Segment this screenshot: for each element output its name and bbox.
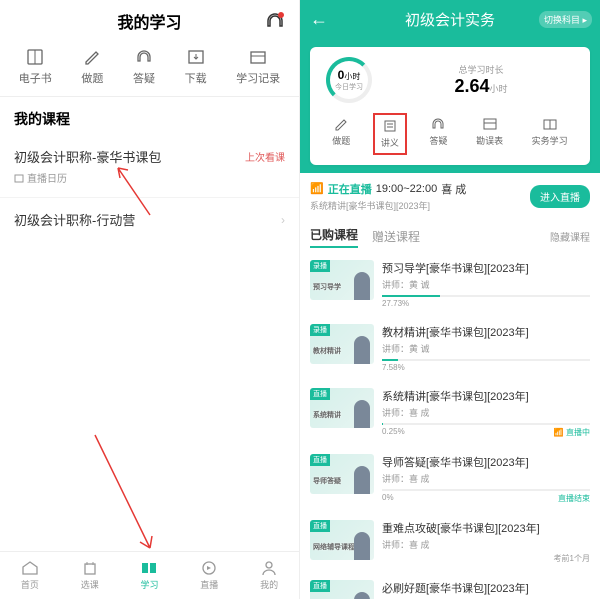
course-item-2[interactable]: 初级会计职称-行动营 › (0, 197, 299, 241)
nav-me[interactable]: 我的 (239, 552, 299, 599)
live-subtitle: 系统精讲[豪华书课包][2023年] (310, 199, 524, 212)
course-list-item[interactable]: 直播 必刷好题[豪华书课包][2023年] (300, 572, 600, 599)
tab-record[interactable]: 学习记录 (236, 48, 280, 86)
course-2-title: 初级会计职称-行动营 (14, 210, 135, 229)
course-list-item[interactable]: 录播 教材精讲 教材精讲[豪华书课包][2023年] 讲师：黄 诚 7.58% (300, 316, 600, 380)
course-item-1[interactable]: 初级会计职称-豪华书课包 上次看课 (0, 135, 299, 170)
action-practice[interactable]: 做题 (326, 113, 356, 155)
switch-subject-button[interactable]: 切换科目 ▸ (539, 11, 592, 28)
course-teacher: 讲师：黄 诚 (382, 278, 590, 291)
right-header: ← 初级会计实务 切换科目 ▸ (300, 0, 600, 39)
course-title: 预习导学[豪华书课包][2023年] (382, 260, 590, 276)
course-title: 重难点攻破[豪华书课包][2023年] (382, 520, 590, 536)
left-header: 我的学习 (0, 0, 299, 42)
course-title: 导师答疑[豪华书课包][2023年] (382, 454, 590, 470)
left-header-title: 我的学习 (117, 9, 181, 33)
nav-study[interactable]: 学习 (120, 552, 180, 599)
course-thumb: 录播 预习导学 (310, 260, 374, 300)
tab-practice[interactable]: 做题 (81, 48, 103, 86)
tab-gift[interactable]: 赠送课程 (372, 228, 420, 245)
action-practice-study[interactable]: 实务学习 (526, 113, 574, 155)
course-list: 录播 预习导学 预习导学[豪华书课包][2023年] 讲师：黄 诚 27.73%… (300, 252, 600, 599)
course-teacher: 讲师：喜 成 (382, 406, 590, 419)
left-tabs: 电子书 做题 答疑 下载 学习记录 (0, 42, 299, 97)
nav-home[interactable]: 首页 (0, 552, 60, 599)
course-list-item[interactable]: 录播 预习导学 预习导学[豪华书课包][2023年] 讲师：黄 诚 27.73% (300, 252, 600, 316)
last-view-link[interactable]: 上次看课 (245, 149, 285, 164)
nav-live[interactable]: 直播 (179, 552, 239, 599)
action-errata[interactable]: 勘误表 (470, 113, 509, 155)
live-banner: 📶 正在直播 19:00~22:00 喜 成 系统精讲[豪华书课包][2023年… (300, 173, 600, 220)
right-pane: ← 初级会计实务 切换科目 ▸ 0小时 今日学习 总学习时长 2.64小时 做题… (300, 0, 600, 599)
total-label: 总学习时长 (380, 63, 582, 76)
course-list-item[interactable]: 直播 网络辅导课程 重难点攻破[豪华书课包][2023年] 讲师：喜 成 考前1… (300, 512, 600, 572)
right-header-title: 初级会计实务 (405, 9, 495, 30)
tab-download[interactable]: 下载 (185, 48, 207, 86)
annotation-arrow-2 (90, 430, 160, 555)
action-row: 做题 讲义 答疑 勘误表 实务学习 (318, 113, 582, 155)
course-thumb: 直播 (310, 580, 374, 599)
tab-qa[interactable]: 答疑 (133, 48, 155, 86)
bottom-nav: 首页 选课 学习 直播 我的 (0, 551, 299, 599)
action-notes[interactable]: 讲义 (373, 113, 407, 155)
left-pane: 我的学习 电子书 做题 答疑 下载 学习记录 我的课程 初级会计职称-豪华书课包… (0, 0, 300, 599)
action-qa[interactable]: 答疑 (423, 113, 453, 155)
course-teacher: 讲师：喜 成 (382, 472, 590, 485)
course-list-item[interactable]: 直播 导师答疑 导师答疑[豪华书课包][2023年] 讲师：喜 成 0% 直播结… (300, 446, 600, 512)
course-1-title: 初级会计职称-豪华书课包 (14, 147, 161, 166)
course-thumb: 直播 系统精讲 (310, 388, 374, 428)
course-thumb: 录播 教材精讲 (310, 324, 374, 364)
course-title: 系统精讲[豪华书课包][2023年] (382, 388, 590, 404)
today-ring: 0小时 今日学习 (326, 57, 372, 103)
live-calendar[interactable]: 直播日历 (0, 170, 299, 197)
my-courses-heading: 我的课程 (0, 97, 299, 135)
nav-select[interactable]: 选课 (60, 552, 120, 599)
course-teacher: 讲师：喜 成 (382, 538, 590, 551)
course-list-item[interactable]: 直播 系统精讲 系统精讲[豪华书课包][2023年] 讲师：喜 成 0.25%📶… (300, 380, 600, 446)
tab-ebook[interactable]: 电子书 (19, 48, 52, 86)
hide-courses-link[interactable]: 隐藏课程 (550, 229, 590, 244)
live-badge: 正在直播 (328, 181, 372, 197)
course-thumb: 直播 导师答疑 (310, 454, 374, 494)
back-icon[interactable]: ← (310, 9, 328, 30)
course-tabs: 已购课程 赠送课程 隐藏课程 (300, 220, 600, 252)
chevron-right-icon: › (281, 213, 285, 227)
headset-notif-icon[interactable] (265, 12, 285, 30)
course-title: 教材精讲[豪华书课包][2023年] (382, 324, 590, 340)
stats-card: 0小时 今日学习 总学习时长 2.64小时 做题 讲义 答疑 勘误表 实务学习 (310, 47, 590, 165)
tab-purchased[interactable]: 已购课程 (310, 226, 358, 248)
course-teacher: 讲师：黄 诚 (382, 342, 590, 355)
total-value: 2.64 (454, 76, 489, 96)
course-title: 必刷好题[豪华书课包][2023年] (382, 580, 590, 596)
enter-live-button[interactable]: 进入直播 (530, 185, 590, 208)
course-thumb: 直播 网络辅导课程 (310, 520, 374, 560)
